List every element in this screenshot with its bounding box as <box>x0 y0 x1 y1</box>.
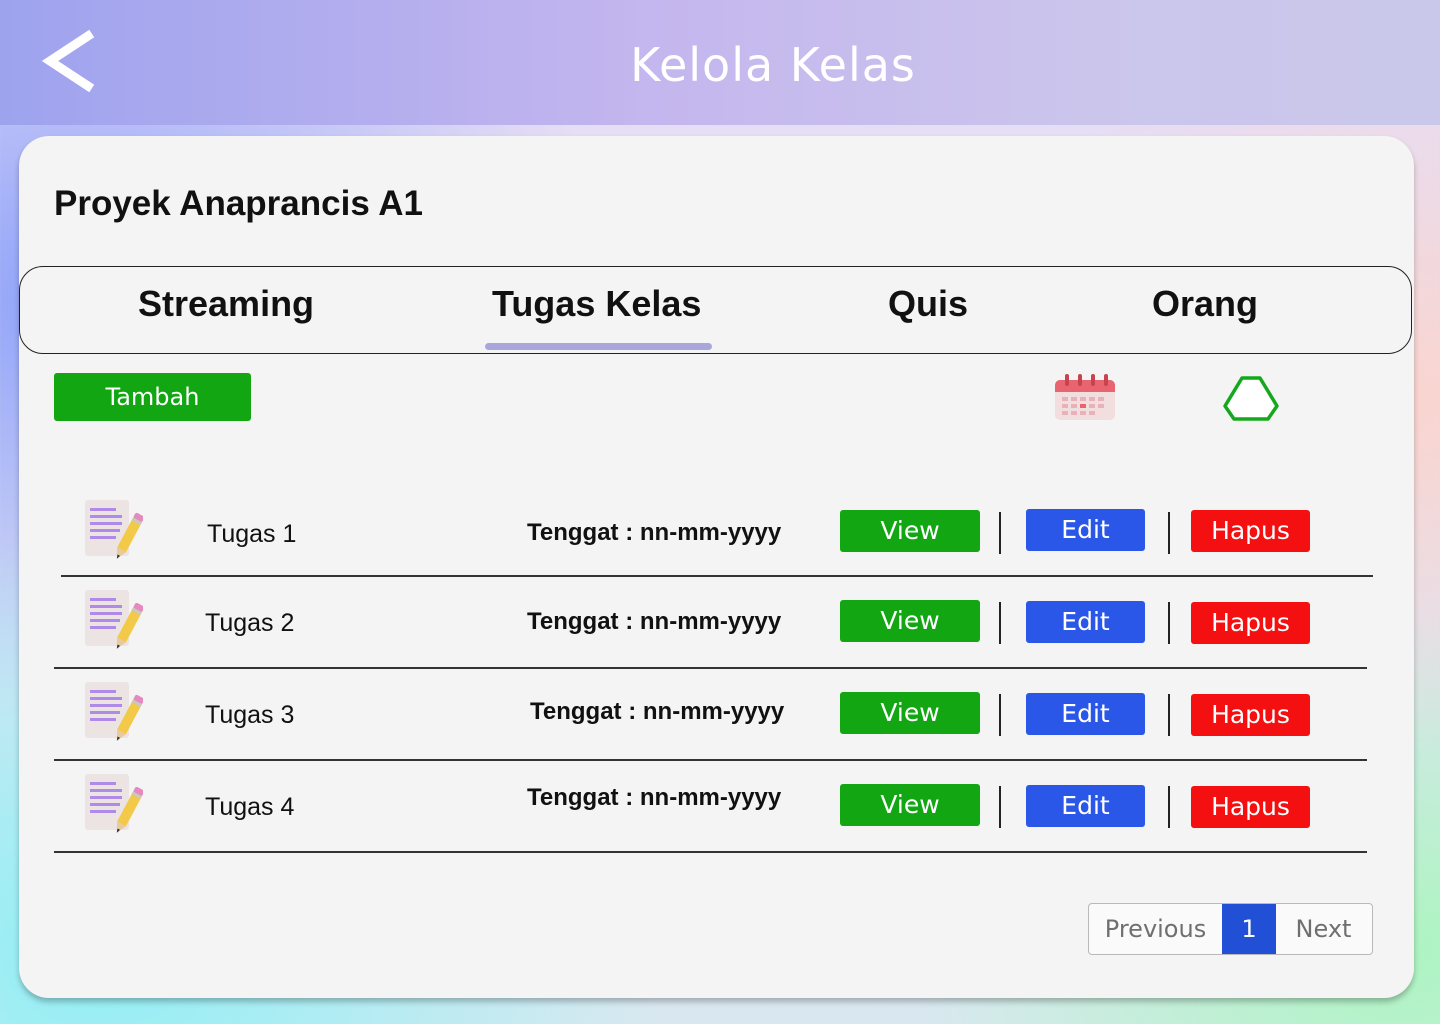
document-edit-icon <box>85 774 143 833</box>
tab-bar: Streaming Tugas Kelas Quis Orang <box>19 266 1412 354</box>
row-divider <box>54 851 1367 853</box>
table-row: Tugas 1 Tenggat : nn-mm-yyyy View Edit H… <box>19 488 1414 580</box>
task-deadline: Tenggat : nn-mm-yyyy <box>527 784 782 811</box>
divider <box>1168 694 1170 736</box>
task-name[interactable]: Tugas 1 <box>207 520 296 549</box>
calendar-icon[interactable] <box>1053 372 1117 422</box>
divider <box>999 602 1001 644</box>
pagination: Previous 1 Next <box>1088 903 1373 955</box>
edit-button[interactable]: Edit <box>1026 601 1145 643</box>
view-button[interactable]: View <box>840 784 980 826</box>
divider <box>999 786 1001 828</box>
table-row: Tugas 3 Tenggat : nn-mm-yyyy View Edit H… <box>19 670 1414 762</box>
current-page-button[interactable]: 1 <box>1222 904 1276 954</box>
edit-button[interactable]: Edit <box>1026 693 1145 735</box>
edit-button[interactable]: Edit <box>1026 785 1145 827</box>
task-name[interactable]: Tugas 4 <box>205 793 294 822</box>
view-button[interactable]: View <box>840 510 980 552</box>
tab-tugas-kelas[interactable]: Tugas Kelas <box>492 283 701 325</box>
header-bar: Kelola Kelas <box>0 0 1440 125</box>
document-edit-icon <box>85 682 143 741</box>
task-deadline: Tenggat : nn-mm-yyyy <box>530 698 785 725</box>
divider <box>1168 602 1170 644</box>
document-edit-icon <box>85 500 143 559</box>
table-row: Tugas 2 Tenggat : nn-mm-yyyy View Edit H… <box>19 578 1414 670</box>
row-divider <box>54 759 1367 761</box>
class-name: Proyek Anaprancis A1 <box>54 184 423 223</box>
previous-page-button[interactable]: Previous <box>1089 904 1222 954</box>
tab-orang[interactable]: Orang <box>1152 283 1258 325</box>
tab-quis[interactable]: Quis <box>888 283 968 325</box>
task-deadline: Tenggat : nn-mm-yyyy <box>527 519 782 546</box>
divider <box>1168 512 1170 554</box>
document-edit-icon <box>85 590 143 649</box>
delete-button[interactable]: Hapus <box>1191 694 1310 736</box>
table-row: Tugas 4 Tenggat : nn-mm-yyyy View Edit H… <box>19 762 1414 854</box>
view-button[interactable]: View <box>840 600 980 642</box>
row-divider <box>54 667 1367 669</box>
divider <box>999 694 1001 736</box>
task-name[interactable]: Tugas 2 <box>205 609 294 638</box>
task-deadline: Tenggat : nn-mm-yyyy <box>527 608 782 635</box>
divider <box>999 512 1001 554</box>
view-button[interactable]: View <box>840 692 980 734</box>
edit-button[interactable]: Edit <box>1026 509 1145 551</box>
delete-button[interactable]: Hapus <box>1191 510 1310 552</box>
tab-streaming[interactable]: Streaming <box>138 283 314 325</box>
page-title: Kelola Kelas <box>630 38 916 92</box>
next-page-button[interactable]: Next <box>1276 904 1371 954</box>
divider <box>1168 786 1170 828</box>
add-task-button[interactable]: Tambah <box>54 373 251 421</box>
delete-button[interactable]: Hapus <box>1191 786 1310 828</box>
row-divider <box>61 575 1373 577</box>
task-name[interactable]: Tugas 3 <box>205 701 294 730</box>
google-drive-icon[interactable] <box>1222 374 1280 422</box>
delete-button[interactable]: Hapus <box>1191 602 1310 644</box>
active-tab-indicator <box>485 343 712 350</box>
class-card: Proyek Anaprancis A1 Streaming Tugas Kel… <box>19 136 1414 998</box>
